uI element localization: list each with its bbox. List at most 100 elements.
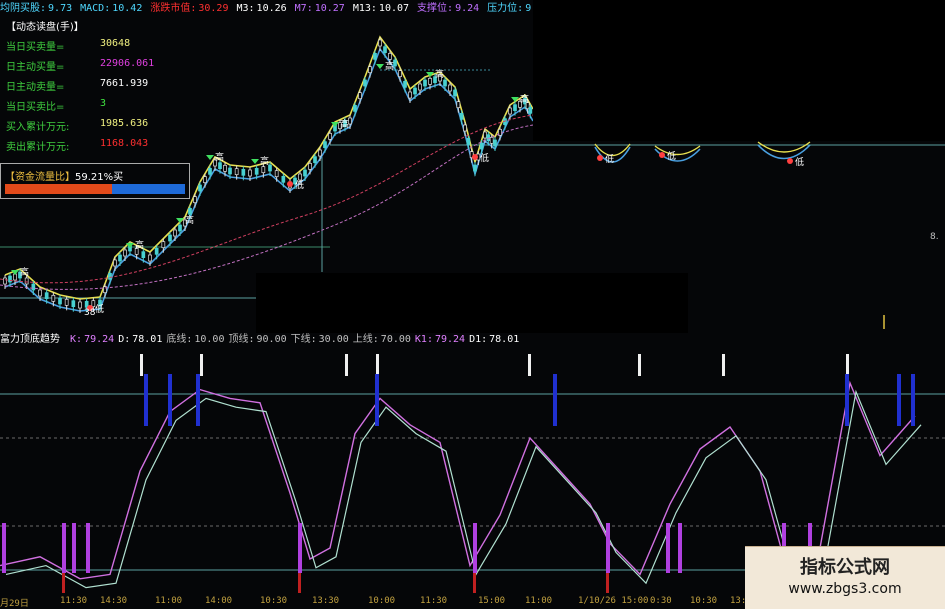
fund-flow-ratio-box: 【资金流量比】59.21%买 xyxy=(0,163,190,199)
info-row-label: 日主动买量= xyxy=(6,62,65,73)
info-row-label: 当日买卖比= xyxy=(6,102,65,113)
topbar-item: MACD: 10.42 xyxy=(80,3,146,14)
candle-body xyxy=(203,176,207,184)
candle-body xyxy=(31,283,36,291)
candle-body xyxy=(198,184,202,192)
oscillator-param-label: D1: xyxy=(469,334,488,345)
top-signal-bar xyxy=(200,354,203,376)
oscillator-title: 富力顶底趋势 xyxy=(0,334,60,345)
candle-body xyxy=(373,52,377,60)
top-signal-bar xyxy=(528,354,531,376)
candle-body xyxy=(363,79,367,87)
candle-body xyxy=(456,101,461,109)
candle-body xyxy=(64,298,69,306)
low-label: 低 xyxy=(480,152,489,164)
high-marker-icon xyxy=(251,159,259,164)
top-signal-bar xyxy=(140,354,143,376)
bottom-signal-bar xyxy=(2,523,6,573)
oscillator-param-value: 70.00 xyxy=(380,334,411,345)
oscillator-param-label: K1: xyxy=(414,334,433,345)
high-label: 高 xyxy=(20,266,29,278)
info-row: 当日买卖比= 3 xyxy=(2,98,152,116)
candle-body xyxy=(428,77,432,85)
bottom-signal-bar xyxy=(86,523,90,573)
top-signal-bar xyxy=(911,374,915,426)
high-label: 高 xyxy=(260,155,269,167)
topbar-item-label: M3: xyxy=(236,3,255,14)
oscillator-header: 富力顶底趋势 K: 79.24 D: 78.01 底线: 10.00 顶线: 90.00 下线:… xyxy=(0,332,945,348)
low-marker-icon xyxy=(659,152,665,158)
low-marker-icon xyxy=(287,181,293,187)
topbar-item-label: 支撑位: xyxy=(417,3,454,14)
oscillator-param-value: 78.01 xyxy=(489,334,520,345)
fund-flow-ratio-text: 【资金流量比】59.21%买 xyxy=(5,168,123,183)
topbar-item: M7: 10.27 xyxy=(295,3,349,14)
time-axis-label: 11:00 xyxy=(155,596,183,606)
top-signal-bar xyxy=(376,354,379,376)
topbar-item: M13: 10.07 xyxy=(353,3,413,14)
top-signal-bar xyxy=(897,374,901,426)
candle-body xyxy=(123,249,127,257)
redaction-middle xyxy=(256,273,688,333)
candle-body xyxy=(418,83,422,91)
high-label: 高 xyxy=(135,239,144,251)
info-row: 当日买卖量= 30648 xyxy=(2,38,152,56)
candle-body xyxy=(154,247,159,255)
candle-body xyxy=(248,169,252,177)
bottom-signal-bar xyxy=(62,573,65,593)
candle-body xyxy=(313,156,317,164)
info-row: 日主动卖量= 7661.939 xyxy=(2,78,152,96)
low-label: 低 xyxy=(667,150,676,162)
topbar-item: M3: 10.26 xyxy=(236,3,290,14)
info-row-value: 3 xyxy=(100,98,107,109)
low-marker-icon xyxy=(597,155,603,161)
oscillator-param-label: 上线: xyxy=(352,334,379,345)
candle-body xyxy=(71,300,76,308)
time-axis-label: 15:00 xyxy=(478,596,506,606)
time-axis-label: 10:00 xyxy=(368,596,396,606)
redaction-top-right xyxy=(533,0,945,141)
top-signal-bar xyxy=(638,354,641,376)
candle-body xyxy=(44,292,49,300)
topbar-item-label: 压力位: xyxy=(487,3,524,14)
time-axis-label: 14:00 xyxy=(205,596,233,606)
topbar-item-value: 10.42 xyxy=(112,3,143,14)
candle-body xyxy=(161,241,166,249)
candle-body xyxy=(489,136,494,144)
oscillator-param-label: D: xyxy=(118,334,131,345)
info-row: 日主动买量= 22906.061 xyxy=(2,58,155,76)
time-axis-label: 11:00 xyxy=(525,596,553,606)
top-signal-bar xyxy=(345,354,348,376)
time-axis-label: 14:30 xyxy=(100,596,128,606)
watermark-url: www.zbgs3.com xyxy=(788,581,902,597)
candle-body xyxy=(24,277,29,285)
candle-body xyxy=(466,137,471,145)
candle-body xyxy=(508,107,512,115)
oscillator-param-value: 79.24 xyxy=(434,334,466,345)
candle-body xyxy=(118,254,122,262)
info-row: 卖出累计万元: 1168.043 xyxy=(2,138,152,156)
high-label: 高 xyxy=(215,151,224,163)
info-row-value: 22906.061 xyxy=(100,58,155,69)
candle-body xyxy=(459,112,464,120)
candle-body xyxy=(368,66,372,74)
candle-body xyxy=(473,164,477,172)
bottom-signal-bar xyxy=(678,523,682,573)
high-label: 高 xyxy=(340,118,349,130)
candle-body xyxy=(78,301,82,309)
high-label: 高 xyxy=(520,93,529,105)
watermark-title: 指标公式网 xyxy=(800,557,890,578)
time-axis-label: 0:30 xyxy=(650,596,672,606)
time-axis-label: 1/10/26 15:00 xyxy=(578,596,649,606)
candle-body xyxy=(8,275,12,283)
candle-body xyxy=(113,259,117,267)
info-row-label: 买入累计万元: xyxy=(6,122,70,133)
candle-body xyxy=(188,207,192,215)
info-row-value: 7661.939 xyxy=(100,78,149,89)
high-label: 高 xyxy=(185,214,194,226)
topbar-item-label: M13: xyxy=(352,3,377,14)
top-signal-bar xyxy=(375,374,379,426)
candle-body xyxy=(443,79,447,87)
candle-body xyxy=(308,162,312,170)
fund-flow-ratio-fill xyxy=(5,184,112,194)
